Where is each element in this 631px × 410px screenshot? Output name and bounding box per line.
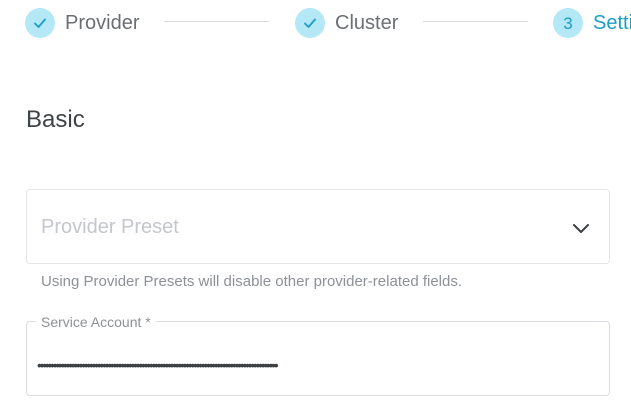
step-settings-label: Setti: [593, 11, 631, 34]
step-settings-circle: 3: [553, 8, 583, 38]
provider-preset-select[interactable]: Provider Preset: [26, 189, 610, 264]
step-provider-circle: [25, 8, 55, 38]
step-cluster-label: Cluster: [335, 11, 399, 34]
check-icon: [304, 18, 316, 28]
step-number: 3: [563, 13, 573, 33]
step-divider: [423, 21, 528, 22]
service-account-field[interactable]: Service Account *: [26, 315, 610, 396]
wizard-stepper: Provider Cluster 3 Setti: [0, 0, 631, 46]
step-cluster-circle: [295, 8, 325, 38]
step-settings[interactable]: 3 Setti: [553, 7, 631, 39]
step-provider[interactable]: Provider: [25, 7, 139, 39]
service-account-input[interactable]: [37, 350, 601, 380]
step-provider-label: Provider: [65, 11, 140, 34]
provider-preset-hint: Using Provider Presets will disable othe…: [41, 273, 463, 290]
step-cluster[interactable]: Cluster: [295, 7, 398, 39]
check-icon: [34, 18, 46, 28]
step-divider: [164, 21, 269, 22]
provider-preset-placeholder: Provider Preset: [41, 216, 179, 238]
section-title: Basic: [26, 106, 85, 133]
chevron-down-icon: [573, 224, 589, 233]
service-account-label: Service Account *: [36, 315, 156, 329]
